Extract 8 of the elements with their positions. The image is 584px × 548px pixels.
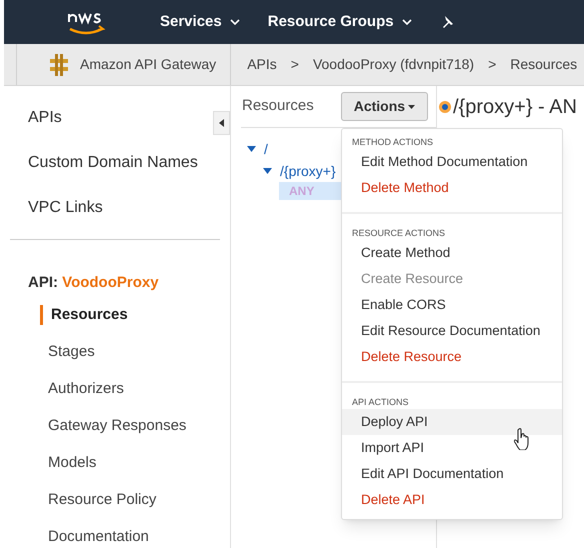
method-heading: /{proxy+} - AN bbox=[453, 95, 577, 120]
breadcrumb-separator: > bbox=[290, 55, 299, 74]
menu-section-header: RESOURCE ACTIONS bbox=[351, 227, 446, 240]
breadcrumb-separator: > bbox=[488, 55, 496, 74]
api-label: API: bbox=[28, 274, 59, 291]
menu-section-header: METHOD ACTIONS bbox=[351, 136, 434, 149]
panel-title: Resources bbox=[242, 96, 314, 116]
menu-section-header: API ACTIONS bbox=[351, 396, 410, 409]
